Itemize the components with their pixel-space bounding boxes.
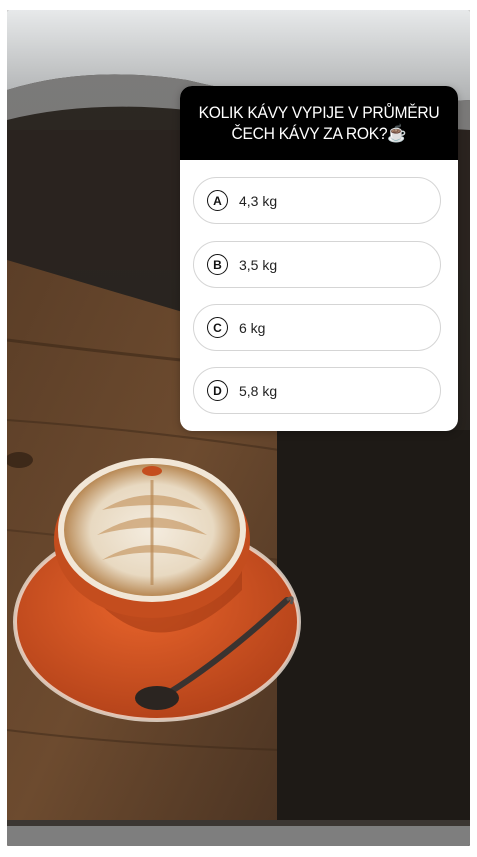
quiz-option-b[interactable]: B 3,5 kg [193,241,441,288]
quiz-question: KOLIK KÁVY VYPIJE V PRŮMĚRU ČECH KÁVY ZA… [198,103,440,143]
option-letter-b: B [207,254,228,275]
option-text-b: 3,5 kg [239,256,278,273]
option-letter-d: D [207,380,228,401]
quiz-option-c[interactable]: C 6 kg [193,304,441,351]
quiz-option-a[interactable]: A 4,3 kg [193,177,441,224]
option-letter-c: C [207,317,228,338]
quiz-sticker: KOLIK KÁVY VYPIJE V PRŮMĚRU ČECH KÁVY ZA… [180,86,458,431]
option-text-a: 4,3 kg [239,192,278,209]
option-text-c: 6 kg [239,319,266,336]
quiz-header: KOLIK KÁVY VYPIJE V PRŮMĚRU ČECH KÁVY ZA… [180,86,458,160]
quiz-option-d[interactable]: D 5,8 kg [193,367,441,414]
option-text-d: 5,8 kg [239,382,278,399]
story-screen: KOLIK KÁVY VYPIJE V PRŮMĚRU ČECH KÁVY ZA… [0,0,477,857]
option-letter-a: A [207,190,228,211]
